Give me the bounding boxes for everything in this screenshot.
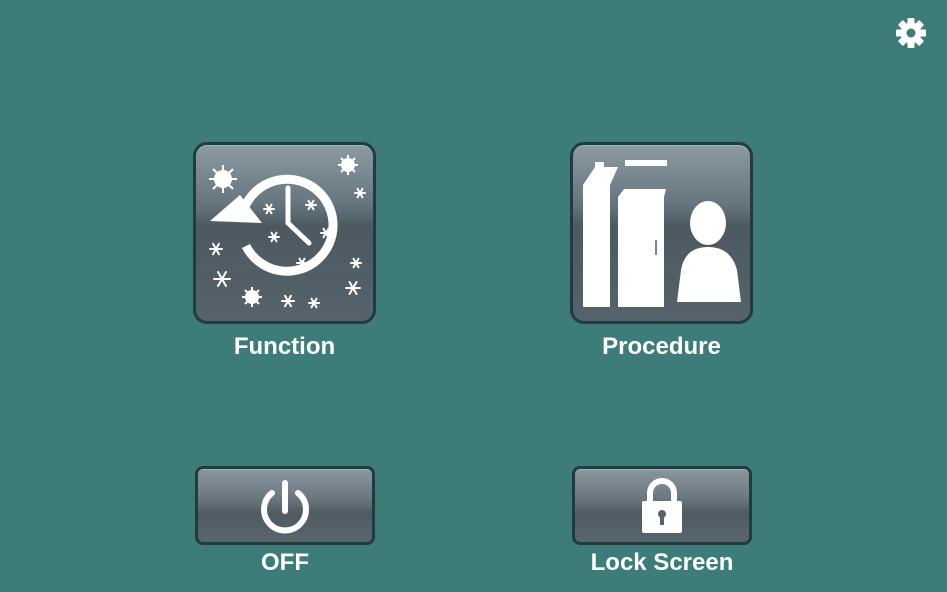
locker-person-icon [583, 160, 741, 307]
lock-screen-button[interactable] [572, 466, 752, 545]
lock-screen-label: Lock Screen [590, 549, 734, 576]
power-icon [261, 480, 309, 534]
off-label: OFF [261, 549, 309, 576]
padlock-icon [642, 478, 682, 533]
clock-cycle-weather-icon [209, 155, 366, 309]
function-button[interactable] [193, 142, 376, 324]
procedure-label: Procedure [602, 333, 721, 360]
settings-button[interactable] [893, 15, 929, 51]
gear-icon [896, 18, 926, 48]
procedure-button[interactable] [570, 142, 753, 324]
off-button[interactable] [195, 466, 375, 545]
function-label: Function [233, 333, 336, 360]
